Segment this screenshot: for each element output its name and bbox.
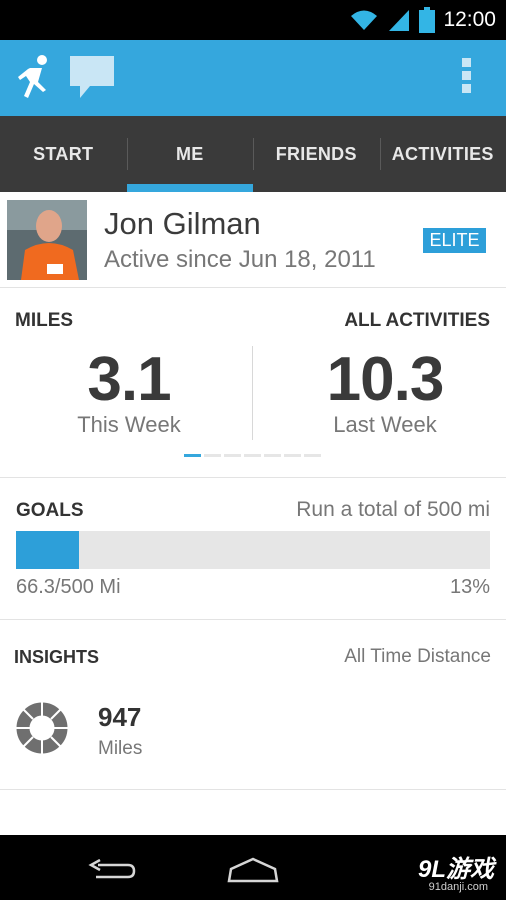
battery-icon <box>419 7 436 33</box>
watermark-url: 91danji.com <box>428 881 488 893</box>
goal-progress-fill <box>16 531 80 569</box>
goal-percent: 13% <box>449 576 490 598</box>
all-activities-label[interactable]: ALL ACTIVITIES <box>344 310 490 332</box>
page-dot <box>244 454 261 457</box>
active-since: Active since Jun 18, 2011 <box>104 246 376 273</box>
page-dot <box>284 454 301 457</box>
home-icon[interactable] <box>226 857 280 883</box>
page-dot <box>304 454 321 457</box>
tab-friends[interactable]: FRIENDS <box>253 116 380 192</box>
tab-bar: START ME FRIENDS ACTIVITIES <box>0 116 506 192</box>
tab-activities[interactable]: ACTIVITIES <box>379 116 506 192</box>
signal-icon <box>389 10 410 31</box>
status-icons: 12:00 <box>349 4 496 36</box>
insights-unit: Miles <box>98 738 143 759</box>
last-week-label: Last Week <box>333 412 437 437</box>
profile-name: Jon Gilman <box>104 206 261 241</box>
this-week-value: 3.1 <box>87 345 171 414</box>
wifi-icon <box>351 10 378 30</box>
navigation-bar: 9L游戏 91danji.com <box>0 835 506 900</box>
page-dot <box>224 454 241 457</box>
goals-card[interactable]: GOALS Run a total of 500 mi 66.3/500 Mi … <box>0 478 506 620</box>
insights-title: INSIGHTS <box>14 647 100 667</box>
page-dot <box>184 454 201 457</box>
goal-progress-text: 66.3/500 Mi <box>16 576 121 598</box>
runner-icon[interactable] <box>16 54 52 102</box>
page-indicator <box>184 454 321 457</box>
watermark-logo: 9L游戏 <box>417 856 494 883</box>
tab-me[interactable]: ME <box>126 116 254 192</box>
insights-value: 947 <box>98 702 142 732</box>
app-bar <box>0 40 506 116</box>
goal-description: Run a total of 500 mi <box>296 498 490 521</box>
insights-filter[interactable]: All Time Distance <box>344 646 491 668</box>
profile-header[interactable]: Jon Gilman Active since Jun 18, 2011 ELI… <box>0 192 506 288</box>
goal-progress-bar <box>16 531 490 569</box>
last-week-value: 10.3 <box>326 345 445 414</box>
elite-badge: ELITE <box>423 228 486 253</box>
avatar[interactable] <box>7 200 87 280</box>
chat-icon[interactable] <box>68 54 116 102</box>
content-area: Jon Gilman Active since Jun 18, 2011 ELI… <box>0 192 506 835</box>
tab-start[interactable]: START <box>0 116 127 192</box>
this-week-label: This Week <box>77 412 181 437</box>
back-icon[interactable] <box>88 859 136 883</box>
miles-label: MILES <box>15 310 74 331</box>
status-bar: 12:00 <box>0 0 506 40</box>
status-time: 12:00 <box>443 8 496 31</box>
donut-chart-icon <box>16 702 68 754</box>
page-dot <box>264 454 281 457</box>
page-dot <box>204 454 221 457</box>
insights-card[interactable]: INSIGHTS All Time Distance 947 Miles <box>0 620 506 790</box>
stats-card[interactable]: MILES ALL ACTIVITIES 3.1 This Week 10.3 … <box>0 288 506 478</box>
stats-divider <box>252 346 253 440</box>
overflow-menu-icon[interactable] <box>460 58 472 98</box>
goals-title: GOALS <box>16 500 84 521</box>
